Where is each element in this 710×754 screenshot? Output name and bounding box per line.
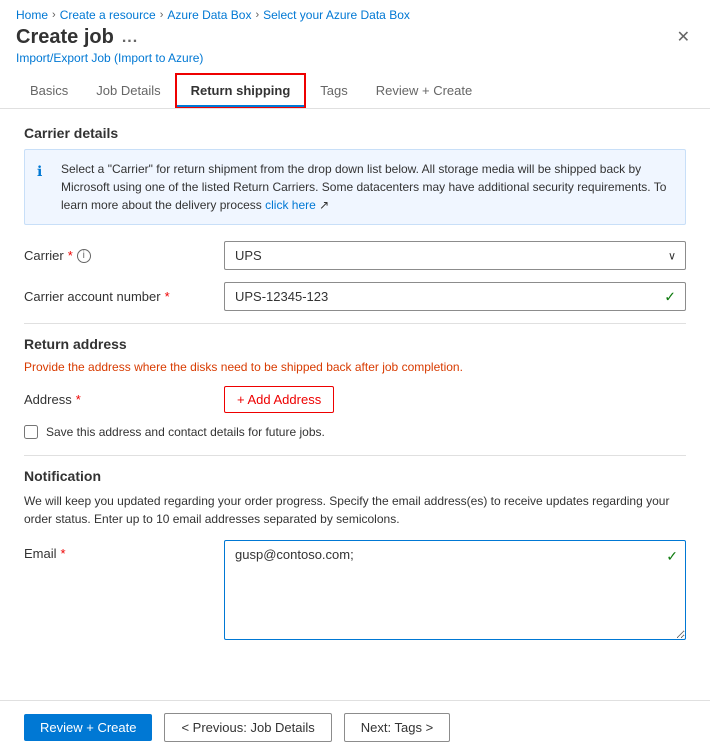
info-icon: ℹ (37, 161, 53, 214)
account-check-icon: ✓ (664, 288, 676, 305)
tab-tags[interactable]: Tags (306, 73, 361, 108)
carrier-info-circle[interactable]: i (77, 249, 91, 263)
notification-divider (24, 455, 686, 456)
return-address-desc: Provide the address where the disks need… (24, 360, 686, 374)
email-check-icon: ✓ (666, 548, 678, 565)
page-container: Home › Create a resource › Azure Data Bo… (0, 0, 710, 754)
tab-review-create[interactable]: Review + Create (362, 73, 486, 108)
section-divider (24, 323, 686, 324)
address-label: Address * (24, 392, 224, 407)
return-address-title: Return address (24, 336, 686, 352)
external-link-icon: ↗ (319, 198, 329, 212)
email-label: Email * (24, 546, 224, 561)
tab-bar: Basics Job Details Return shipping Tags … (0, 73, 710, 109)
more-options-icon[interactable]: ... (122, 29, 138, 47)
tab-basics[interactable]: Basics (16, 73, 82, 108)
save-address-label[interactable]: Save this address and contact details fo… (46, 425, 325, 439)
breadcrumb-azure-data-box[interactable]: Azure Data Box (167, 8, 251, 22)
notification-section: Notification We will keep you updated re… (24, 468, 686, 643)
save-address-row: Save this address and contact details fo… (24, 425, 686, 439)
carrier-row: Carrier * i UPS FedEx DHL ∨ (24, 241, 686, 270)
tab-job-details[interactable]: Job Details (82, 73, 174, 108)
return-address-section: Return address Provide the address where… (24, 336, 686, 439)
notification-desc: We will keep you updated regarding your … (24, 492, 686, 528)
carrier-info-text: Select a "Carrier" for return shipment f… (61, 160, 673, 214)
save-address-checkbox[interactable] (24, 425, 38, 439)
carrier-label: Carrier * i (24, 248, 224, 263)
footer: Review + Create < Previous: Job Details … (0, 700, 710, 754)
carrier-account-label: Carrier account number * (24, 289, 224, 304)
carrier-account-row: Carrier account number * ✓ (24, 282, 686, 311)
page-header: Create job ... Import/Export Job (Import… (0, 26, 710, 73)
email-row: Email * gusp@contoso.com; ✓ (24, 540, 686, 643)
title-text: Create job (16, 26, 114, 49)
tab-return-shipping[interactable]: Return shipping (175, 73, 307, 108)
previous-button[interactable]: < Previous: Job Details (164, 713, 331, 742)
page-title: Create job ... (16, 26, 203, 49)
breadcrumb-home[interactable]: Home (16, 8, 48, 22)
carrier-account-input[interactable] (224, 282, 686, 311)
click-here-link[interactable]: click here (265, 198, 316, 212)
page-subtitle: Import/Export Job (Import to Azure) (16, 51, 203, 65)
email-textarea[interactable]: gusp@contoso.com; (224, 540, 686, 640)
email-textarea-wrap: gusp@contoso.com; ✓ (224, 540, 686, 643)
next-button[interactable]: Next: Tags > (344, 713, 450, 742)
close-button[interactable]: ✕ (673, 26, 694, 50)
content-area: Carrier details ℹ Select a "Carrier" for… (0, 125, 710, 700)
add-address-button[interactable]: + Add Address (224, 386, 334, 413)
review-create-button[interactable]: Review + Create (24, 714, 152, 741)
carrier-info-box: ℹ Select a "Carrier" for return shipment… (24, 149, 686, 225)
notification-title: Notification (24, 468, 686, 484)
carrier-select[interactable]: UPS FedEx DHL (224, 241, 686, 270)
carrier-account-wrap: ✓ (224, 282, 686, 311)
breadcrumb: Home › Create a resource › Azure Data Bo… (0, 0, 710, 26)
add-address-wrap: + Add Address (224, 386, 334, 413)
breadcrumb-create-resource[interactable]: Create a resource (60, 8, 156, 22)
address-row: Address * + Add Address (24, 386, 686, 413)
breadcrumb-select-data-box[interactable]: Select your Azure Data Box (263, 8, 410, 22)
carrier-details-title: Carrier details (24, 125, 686, 141)
carrier-select-wrap: UPS FedEx DHL ∨ (224, 241, 686, 270)
